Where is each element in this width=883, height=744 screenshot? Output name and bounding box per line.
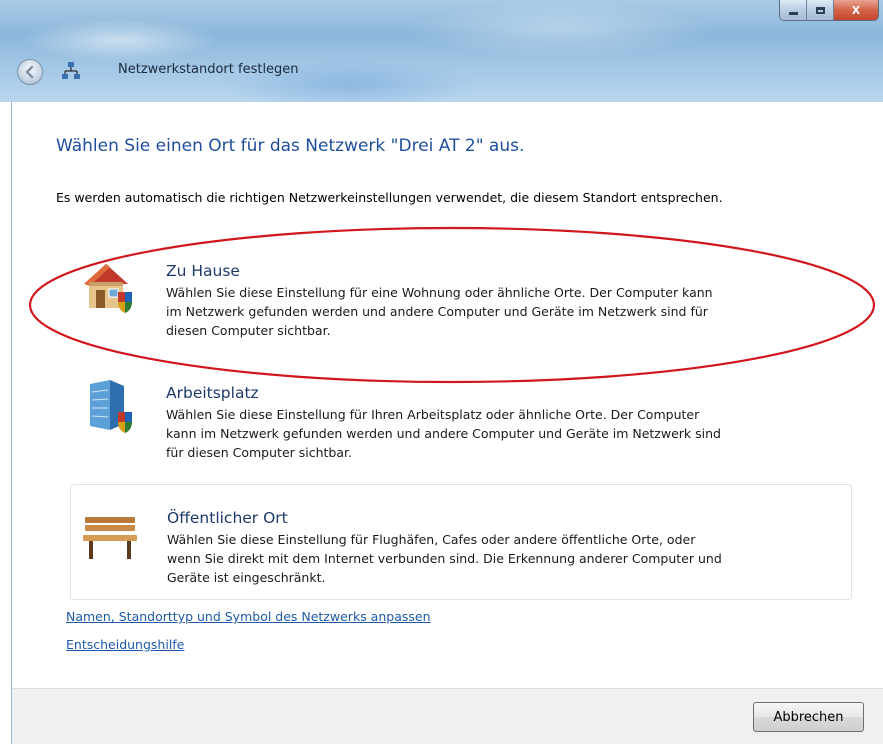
option-description: Wählen Sie diese Einstellung für Ihren A… (166, 407, 721, 460)
minimize-button[interactable] (780, 0, 807, 20)
close-button[interactable]: X (834, 0, 878, 20)
minimize-icon (788, 11, 798, 15)
option-title: Zu Hause (166, 262, 240, 280)
back-arrow-icon (25, 65, 34, 79)
window-title: Netzwerkstandort festlegen (118, 62, 299, 77)
close-icon: X (851, 3, 861, 17)
window-controls: X (779, 0, 879, 21)
customize-network-link[interactable]: Namen, Standorttyp und Symbol des Netzwe… (66, 609, 431, 624)
page-description: Es werden automatisch die richtigen Netz… (56, 190, 723, 205)
decision-help-link[interactable]: Entscheidungshilfe (66, 637, 184, 652)
option-description: Wählen Sie diese Einstellung für Flughäf… (167, 532, 722, 585)
back-button[interactable] (17, 59, 43, 85)
option-work[interactable]: Arbeitsplatz Wählen Sie diese Einstellun… (70, 372, 852, 480)
option-home[interactable]: Zu Hause Wählen Sie diese Einstellung fü… (70, 250, 852, 360)
option-public[interactable]: Öffentlicher Ort Wählen Sie diese Einste… (70, 484, 852, 600)
maximize-icon (815, 6, 825, 14)
title-bar (0, 0, 883, 102)
page-heading: Wählen Sie einen Ort für das Netzwerk "D… (56, 136, 525, 156)
option-title: Arbeitsplatz (166, 384, 259, 402)
maximize-button[interactable] (807, 0, 834, 20)
option-title: Öffentlicher Ort (167, 509, 288, 527)
cancel-button[interactable]: Abbrechen (753, 702, 864, 732)
option-description: Wählen Sie diese Einstellung für eine Wo… (166, 285, 713, 338)
park-bench-icon (83, 517, 137, 559)
office-building-icon (90, 380, 132, 433)
house-icon (84, 264, 132, 313)
network-icon (62, 62, 80, 79)
